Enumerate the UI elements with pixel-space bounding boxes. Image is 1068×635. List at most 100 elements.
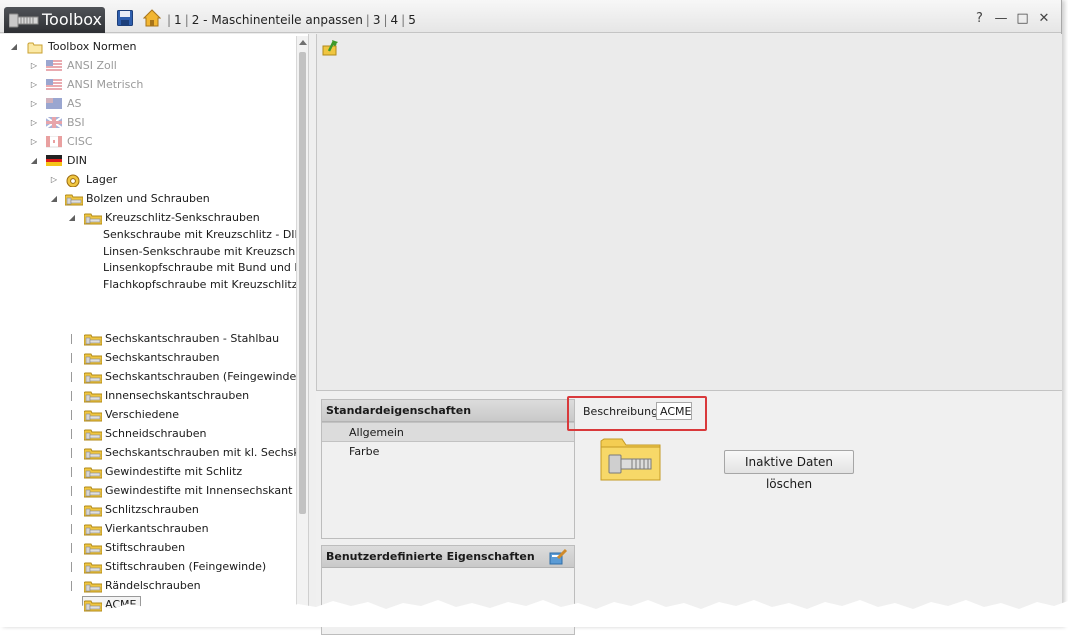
tree-item-acme[interactable]: ACME [0,596,296,614]
save-icon[interactable] [117,10,133,26]
tree-item-bolt-category[interactable]: Verschiedene [0,406,296,424]
expand-arrow-icon[interactable]: ▷ [29,76,39,94]
tree-scrollbar[interactable] [296,36,308,627]
tree-item-ansi-metrisch[interactable]: ▷ ANSI Metrisch [0,76,296,94]
bolt-folder-icon [84,581,102,593]
tree-item-screw[interactable]: Senkschraube mit Kreuzschlitz - DIN EN [0,226,308,244]
tree-item-label: ANSI Metrisch [67,78,144,91]
expand-arrow-icon[interactable]: ▷ [29,133,39,151]
expand-arrow-icon[interactable]: ▷ [29,95,39,113]
tree-item-bolzen-und-schrauben[interactable]: ◢ Bolzen und Schrauben [0,190,296,208]
tree-item-label: Stiftschrauben [105,541,186,554]
tree-item-bolt-category[interactable]: Stiftschrauben (Feingewinde) [0,558,296,576]
tree-guide-line [71,524,72,534]
breadcrumb-step-2[interactable]: 2 - Maschinenteile anpassen [192,13,363,27]
bolt-folder-icon [84,448,102,460]
help-icon[interactable]: ? [971,11,989,26]
bolt-folder-icon [84,524,102,536]
collapse-arrow-icon[interactable]: ◢ [29,152,39,170]
tree-guide-line [71,353,72,363]
tree-item-din[interactable]: ◢ DIN [0,152,296,170]
tree-item-bolt-category[interactable]: Sechskantschrauben - Stahlbau [0,330,296,348]
tree-item-bolt-category[interactable]: Sechskantschrauben [0,349,296,367]
tree-item-label: Verschiedene [105,408,180,421]
scroll-up-icon[interactable] [299,40,307,45]
tree-item-bolt-category[interactable]: Innensechskantschrauben [0,387,296,405]
tree-guide-line [71,562,72,572]
collapse-arrow-icon[interactable]: ◢ [49,190,59,208]
standard-properties-panel: Standardeigenschaften Allgemein Farbe [321,399,575,539]
edit-properties-icon[interactable] [548,548,568,566]
spring-icon [65,620,81,627]
collapse-arrow-icon[interactable]: ◢ [67,209,77,227]
tree-item-kreuzschlitz[interactable]: ◢ Kreuzschlitz-Senkschrauben [0,209,296,227]
tree-guide-line [71,391,72,401]
tree-item-label: BSI [67,116,85,129]
toolbox-window: Toolbox | 1 | 2 - Maschinenteile anpassen | 3… [0,0,1062,635]
up-folder-icon[interactable] [321,39,339,57]
prop-item-farbe[interactable]: Farbe [322,442,574,462]
splitter[interactable] [309,34,316,627]
bolt-icon [9,13,39,28]
tree-item-bolt-category[interactable]: Rändelschrauben [0,577,296,595]
app-badge: Toolbox [4,7,105,33]
description-field[interactable]: ACME [656,402,692,420]
expand-arrow-icon[interactable]: ▷ [49,171,59,189]
bolt-folder-icon [84,334,102,346]
minimize-icon[interactable]: — [992,11,1010,26]
home-icon[interactable] [143,9,161,27]
tree-item-label: Flachkopfschraube mit Kreuzschlitz - D [103,277,309,291]
toolbox-tree: ◢ Toolbox Normen ▷ ANSI Zoll ▷ ANSI Metrisch ▷… [0,34,309,627]
bolt-folder-icon [84,467,102,479]
tree-item-label: Senkschraube mit Kreuzschlitz - DIN EN [103,228,309,241]
expand-arrow-icon[interactable]: ▷ [29,114,39,132]
tree-item-bolt-category[interactable]: Schneidschrauben [0,425,296,443]
tree-item-bolt-category[interactable]: Gewindestifte mit Schlitz [0,463,296,481]
collapse-arrow-icon[interactable]: ◢ [9,38,19,56]
tree-item-label: Sechskantschrauben [105,351,220,364]
tree-item-cisc[interactable]: ▷ CISC [0,133,296,151]
tree-item-label: DIN [67,154,87,167]
tree-item-bolt-category[interactable]: Schlitzschrauben [0,501,296,519]
tree-item-label: Vierkantschrauben [105,522,209,535]
tree-item-screw[interactable]: Flachkopfschraube mit Kreuzschlitz - D [0,276,308,294]
delete-inactive-data-button[interactable]: Inaktive Daten löschen [724,450,854,491]
flag-de-icon [46,155,62,166]
breadcrumb-step-5[interactable]: 5 [408,13,416,27]
tree-item-bolt-category[interactable]: Stiftschrauben [0,539,296,557]
prop-item-allgemein[interactable]: Allgemein [322,422,574,442]
tree-item-bolt-category[interactable]: Sechskantschrauben mit kl. Sechskant [0,444,308,462]
bolt-folder-icon [84,600,102,612]
breadcrumb-step-1[interactable]: 1 [174,13,182,27]
custom-properties-header: Benutzerdefinierte Eigenschaften [322,546,574,568]
tree-item-federn[interactable]: Federn [0,615,296,627]
restore-icon[interactable]: □ [1014,11,1032,26]
app-title: Toolbox [42,10,102,29]
tree-item-label: Linsen-Senkschraube mit Kreuzschlitz - [103,244,309,258]
tree-item-screw[interactable]: Linsen-Senkschraube mit Kreuzschlitz - [0,243,308,261]
bolt-folder-icon [84,353,102,365]
tree-item-toolbox-normen[interactable]: ◢ Toolbox Normen [0,38,296,56]
close-icon[interactable]: ✕ [1035,11,1053,26]
tree-item-label: Sechskantschrauben (Feingewinde) [105,370,301,383]
expand-arrow-icon[interactable]: ▷ [29,57,39,75]
tree-item-bolt-category[interactable]: Sechskantschrauben (Feingewinde) [0,368,301,386]
tree-item-bsi[interactable]: ▷ BSI [0,114,296,132]
tree-item-label: Bolzen und Schrauben [86,192,210,205]
scroll-thumb[interactable] [299,52,306,514]
tree-guide-line [71,429,72,439]
folder-icon [27,42,43,54]
tree-guide-line [71,334,72,344]
tree-item-bolt-category[interactable]: Vierkantschrauben [0,520,296,538]
tree-item-as[interactable]: ▷ AS [0,95,296,113]
bearing-icon [66,174,80,187]
tree-guide-line [71,505,72,515]
tree-item-label: AS [67,97,82,110]
preview-area [316,34,1062,390]
tree-item-lager[interactable]: ▷ Lager [0,171,296,189]
tree-item-bolt-category[interactable]: Gewindestifte mit Innensechskant [0,482,296,500]
tree-item-screw[interactable]: Linsenkopfschraube mit Bund und Kreu [0,259,308,277]
flag-au-icon [46,98,62,109]
folder-bolt-icon [600,438,661,481]
tree-item-ansi-zoll[interactable]: ▷ ANSI Zoll [0,57,296,75]
